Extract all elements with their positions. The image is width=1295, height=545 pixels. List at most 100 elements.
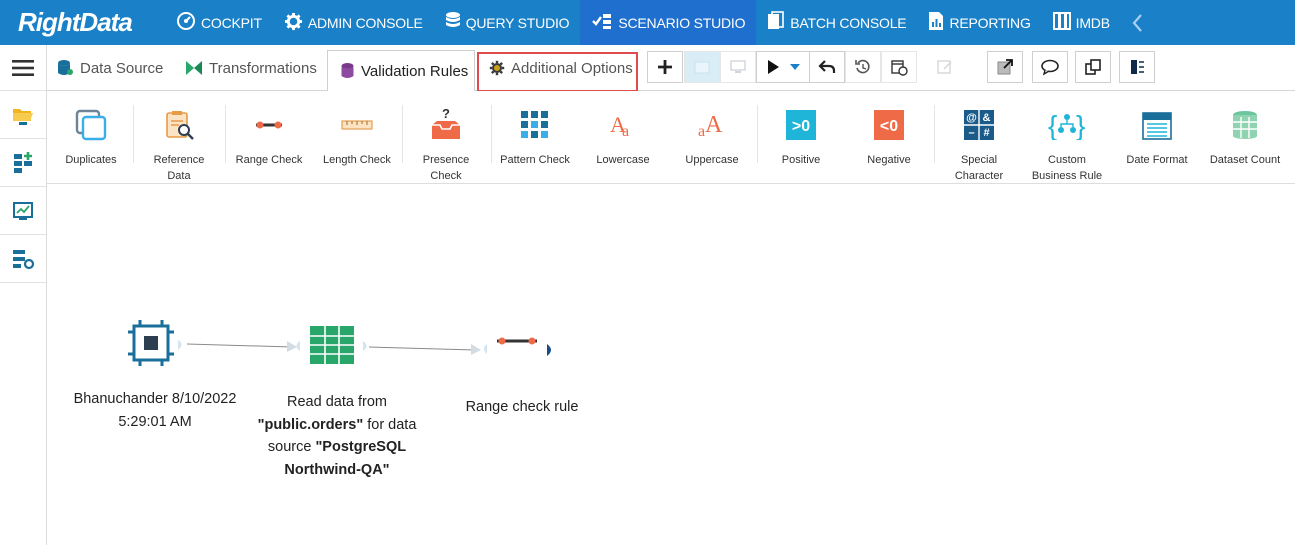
nav-batch-console-label: BATCH CONSOLE bbox=[790, 14, 907, 31]
nav-imdb[interactable]: IMDB bbox=[1042, 0, 1121, 45]
comments-button[interactable] bbox=[1032, 51, 1068, 83]
tab-additional-options[interactable]: Additional Options bbox=[489, 45, 633, 91]
lowercase-icon: Aa bbox=[608, 103, 638, 147]
scenario-icon bbox=[591, 12, 613, 33]
dashboard-icon[interactable] bbox=[0, 187, 46, 235]
hamburger-menu-icon[interactable] bbox=[0, 45, 46, 91]
edit-button[interactable] bbox=[684, 51, 720, 83]
nav-cockpit-label: COCKPIT bbox=[201, 14, 262, 31]
node-range-check-icon[interactable] bbox=[497, 337, 537, 345]
svg-text:A: A bbox=[705, 112, 723, 138]
chevron-left-icon[interactable] bbox=[1121, 0, 1153, 45]
node-read-line-1: Read data from bbox=[287, 394, 387, 410]
port-handle[interactable] bbox=[547, 344, 551, 356]
rule-pattern-check-label: Pattern Check bbox=[500, 154, 570, 166]
nav-admin-console-label: ADMIN CONSOLE bbox=[307, 14, 423, 31]
rule-presence-check-label: Presence Check bbox=[422, 154, 470, 182]
nav-scenario-studio[interactable]: SCENARIO STUDIO bbox=[580, 0, 757, 45]
presence-check-icon: ? bbox=[429, 103, 463, 147]
open-folder-icon[interactable] bbox=[0, 91, 46, 139]
preview-button[interactable] bbox=[720, 51, 756, 83]
node-start-line-2: 5:29:01 AM bbox=[118, 413, 192, 430]
tab-transformations[interactable]: Transformations bbox=[185, 45, 317, 91]
rule-length-check[interactable]: Length Check bbox=[319, 91, 395, 184]
rule-custom-business-rule-label: Custom Business Rule bbox=[1031, 154, 1103, 182]
caret-down-icon bbox=[790, 64, 800, 70]
port-handle[interactable] bbox=[363, 341, 367, 351]
rule-pattern-check[interactable]: Pattern Check bbox=[495, 91, 575, 184]
left-sidebar bbox=[0, 45, 47, 545]
flow-graph bbox=[128, 320, 551, 366]
export-button[interactable] bbox=[987, 51, 1023, 83]
negative-icon: <0 bbox=[874, 103, 904, 147]
export-icon bbox=[997, 59, 1013, 75]
rule-dataset-count[interactable]: Dataset Count bbox=[1205, 91, 1285, 184]
tab-data-source[interactable]: Data Source bbox=[57, 45, 163, 91]
separator bbox=[225, 105, 226, 163]
play-icon bbox=[768, 60, 779, 74]
negative-glyph: <0 bbox=[880, 118, 898, 135]
designer-tab-bar: Data Source Transformations Validation R… bbox=[47, 45, 1295, 92]
panel-toggle-button[interactable] bbox=[1119, 51, 1155, 83]
copy-button[interactable] bbox=[1075, 51, 1111, 83]
rule-presence-check[interactable]: ? Presence Check bbox=[409, 91, 483, 184]
pattern-check-icon bbox=[520, 103, 550, 147]
node-read-table-name: "public.orders" bbox=[257, 416, 364, 433]
rule-uppercase[interactable]: aA Uppercase bbox=[675, 91, 749, 184]
rule-lowercase[interactable]: Aa Lowercase bbox=[587, 91, 659, 184]
rule-custom-business-rule[interactable]: {} Custom Business Rule bbox=[1025, 91, 1109, 184]
nav-query-studio[interactable]: QUERY STUDIO bbox=[434, 0, 581, 45]
add-button[interactable] bbox=[647, 51, 683, 83]
note-button[interactable] bbox=[927, 51, 963, 83]
logo[interactable]: RightData bbox=[0, 0, 165, 45]
node-read-for-data: for data bbox=[363, 416, 417, 433]
scenario-settings-icon[interactable] bbox=[0, 235, 46, 283]
nav-batch-console[interactable]: BATCH CONSOLE bbox=[756, 0, 917, 45]
uppercase-icon: aA bbox=[697, 103, 727, 147]
node-start-icon[interactable] bbox=[128, 320, 174, 366]
node-read-source-name-2: Northwind-QA" bbox=[284, 461, 390, 478]
add-scenario-icon[interactable] bbox=[0, 139, 46, 187]
nav-reporting[interactable]: REPORTING bbox=[917, 0, 1041, 45]
edge-arrow bbox=[287, 341, 297, 352]
copy-icon bbox=[1085, 59, 1101, 75]
run-button[interactable] bbox=[756, 51, 810, 83]
port-handle[interactable] bbox=[296, 341, 301, 351]
tab-validation-rules[interactable]: Validation Rules bbox=[327, 50, 475, 92]
separator bbox=[402, 105, 403, 163]
undo-button[interactable] bbox=[809, 51, 845, 83]
nav-admin-console[interactable]: ADMIN CONSOLE bbox=[273, 0, 434, 45]
rule-duplicates[interactable]: Duplicates bbox=[57, 91, 125, 184]
rule-positive[interactable]: >0 Positive bbox=[765, 91, 837, 184]
tab-additional-options-label: Additional Options bbox=[511, 59, 633, 77]
rule-reference-data[interactable]: Reference Data bbox=[143, 91, 215, 184]
node-read-data-icon[interactable] bbox=[310, 326, 354, 364]
rule-special-character[interactable]: @ & – # Special Character bbox=[942, 91, 1016, 184]
database-icon bbox=[57, 59, 74, 77]
nav-cockpit[interactable]: COCKPIT bbox=[165, 0, 273, 45]
rule-date-format[interactable]: Date Format bbox=[1119, 91, 1195, 184]
tab-data-source-label: Data Source bbox=[80, 59, 164, 77]
nav-reporting-label: REPORTING bbox=[949, 14, 1031, 31]
port-handle[interactable] bbox=[178, 340, 182, 350]
port-handle[interactable] bbox=[484, 344, 487, 354]
history-button[interactable] bbox=[845, 51, 881, 83]
batch-icon bbox=[767, 11, 785, 34]
scenario-canvas[interactable]: Bhanuchander 8/10/2022 5:29:01 AM Read d… bbox=[47, 184, 1295, 545]
imdb-icon bbox=[1052, 12, 1071, 33]
separator bbox=[133, 105, 134, 163]
node-read-source-word: source bbox=[267, 439, 316, 455]
gauge-icon bbox=[176, 11, 196, 34]
rule-range-check[interactable]: Range Check bbox=[229, 91, 309, 184]
svg-text:}: } bbox=[1076, 110, 1085, 140]
top-navigation: RightData COCKPIT ADMIN CONSOLE QUERY ST… bbox=[0, 0, 1295, 45]
separator bbox=[491, 105, 492, 163]
nav-query-studio-label: QUERY STUDIO bbox=[465, 14, 570, 31]
node-read-data-label: Read data from "public.orders" for data … bbox=[247, 391, 427, 481]
rule-date-format-label: Date Format bbox=[1126, 154, 1188, 166]
validation-rule-palette: Duplicates Reference Data Range Check Le… bbox=[47, 91, 1295, 184]
rule-lowercase-label: Lowercase bbox=[596, 154, 650, 166]
range-check-icon bbox=[252, 103, 286, 147]
rule-negative[interactable]: <0 Negative bbox=[853, 91, 925, 184]
schedule-button[interactable] bbox=[881, 51, 917, 83]
